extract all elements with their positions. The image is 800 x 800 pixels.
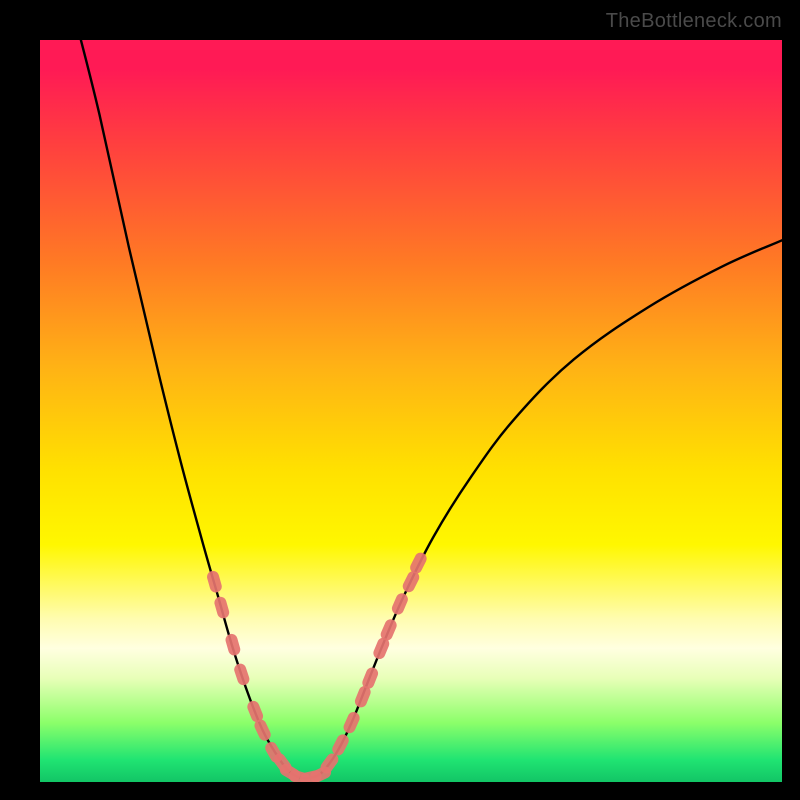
watermark-text: TheBottleneck.com [606,10,782,33]
bottleneck-curve [77,40,782,778]
curve-marker [224,632,242,656]
curve-marker [213,595,231,619]
curve-marker [206,569,224,593]
curve-marker [233,662,251,687]
curve-marker [390,591,410,616]
chart-svg [40,40,782,782]
curve-marker [342,710,362,735]
plot-area [40,40,782,782]
curve-markers [206,551,429,782]
chart-frame: TheBottleneck.com [0,0,800,800]
